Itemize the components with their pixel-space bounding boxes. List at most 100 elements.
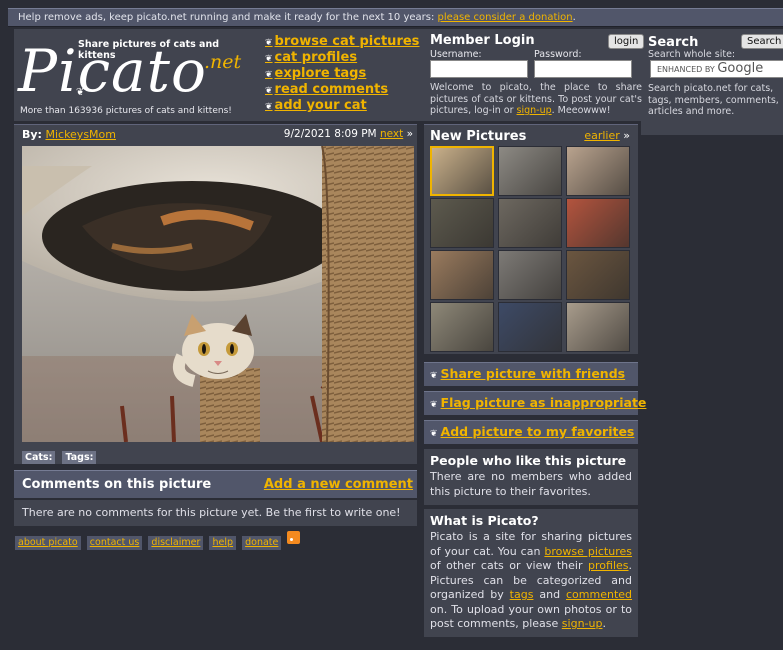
- donation-link[interactable]: please consider a donation: [438, 12, 573, 23]
- footer-contact[interactable]: contact us: [86, 536, 143, 550]
- cat-photo[interactable]: [22, 146, 414, 442]
- nav-add-cat-label: add your cat: [274, 98, 367, 113]
- nav-browse[interactable]: ❦ browse cat pictures: [265, 34, 419, 50]
- nav-tags[interactable]: ❦ explore tags: [265, 66, 419, 82]
- about-commented-link[interactable]: commented: [566, 588, 632, 601]
- share-picture-button[interactable]: ❦ Share picture with friends: [424, 362, 638, 386]
- picture-tag-row: Cats: Tags:: [14, 442, 417, 464]
- search-input[interactable]: ENHANCED BY Google: [650, 60, 783, 78]
- footer-disclaimer[interactable]: disclaimer: [148, 536, 204, 550]
- donation-tail: .: [572, 12, 576, 23]
- nav-comments[interactable]: ❦ read comments: [265, 82, 419, 98]
- welcome-tail: . Meeowww!: [551, 105, 611, 116]
- search-subtitle: Search whole site:: [648, 49, 736, 60]
- likes-text: There are no members who added this pict…: [430, 470, 632, 498]
- photo-frame: [14, 144, 417, 442]
- new-picture-thumbnail[interactable]: [498, 198, 562, 248]
- earlier-link[interactable]: earlier: [584, 129, 619, 142]
- footer-links: about picato contact us disclaimer help …: [15, 530, 301, 550]
- comments-empty: There are no comments for this picture y…: [14, 500, 417, 526]
- paw-icon: ❦: [430, 429, 438, 439]
- new-pictures-header: New Pictures earlier »: [424, 124, 638, 146]
- new-pictures-title: New Pictures: [430, 129, 527, 144]
- cat-photo-illustration: [22, 146, 414, 442]
- picture-datetime: 9/2/2021 8:09 PM: [283, 128, 377, 140]
- nav-add-cat[interactable]: ❦ add your cat: [265, 98, 419, 114]
- about-browse-link[interactable]: browse pictures: [544, 545, 632, 558]
- paw-icon: ❦: [430, 400, 438, 410]
- cats-chip: Cats:: [22, 451, 56, 464]
- new-picture-thumbnail[interactable]: [430, 302, 494, 352]
- logo-tagline: Share pictures of cats and kittens: [78, 39, 220, 61]
- new-picture-thumbnail[interactable]: [430, 146, 494, 196]
- search-title: Search: [648, 35, 699, 50]
- paw-icon: ❦: [265, 54, 273, 64]
- picture-header: By: MickeysMom 9/2/2021 8:09 PM next »: [14, 124, 417, 144]
- about-signup-link[interactable]: sign-up: [562, 617, 603, 630]
- new-picture-thumbnail[interactable]: [566, 146, 630, 196]
- paw-icon: ❦: [265, 38, 273, 48]
- search-panel: Search Search Search whole site: ENHANCE…: [646, 29, 783, 121]
- signup-link[interactable]: sign-up: [517, 105, 552, 116]
- flag-label: Flag picture as inappropriate: [440, 395, 647, 410]
- new-picture-thumbnail[interactable]: [566, 302, 630, 352]
- new-pictures-grid: [424, 146, 638, 354]
- password-input[interactable]: [534, 60, 632, 78]
- site-header: Picato .net Share pictures of cats and k…: [14, 29, 783, 121]
- footer-about[interactable]: about picato: [15, 536, 81, 550]
- picture-count: More than 163936 pictures of cats and ki…: [20, 106, 232, 116]
- next-arrow-icon: »: [406, 128, 413, 140]
- next-link[interactable]: next: [380, 128, 403, 140]
- password-label: Password:: [534, 49, 582, 60]
- about-box: What is Picato? Picato is a site for sha…: [424, 509, 638, 637]
- paw-icon: ❦: [265, 86, 273, 96]
- member-login: Member Login login Username: Password: W…: [424, 29, 646, 121]
- nav-profiles-label: cat profiles: [274, 50, 358, 65]
- google-logo: Google: [717, 61, 764, 76]
- paw-icon: ❦: [265, 102, 273, 112]
- donation-bar: Help remove ads, keep picato.net running…: [8, 8, 783, 27]
- main-nav: ❦ browse cat pictures ❦ cat profiles ❦ expl…: [265, 34, 419, 114]
- username-input[interactable]: [430, 60, 528, 78]
- login-button[interactable]: login: [608, 34, 645, 49]
- new-picture-thumbnail[interactable]: [430, 198, 494, 248]
- new-picture-thumbnail[interactable]: [498, 146, 562, 196]
- footer-help[interactable]: help: [209, 536, 237, 550]
- new-picture-thumbnail[interactable]: [498, 302, 562, 352]
- new-picture-thumbnail[interactable]: [566, 198, 630, 248]
- add-favorite-button[interactable]: ❦ Add picture to my favorites: [424, 420, 638, 444]
- comments-header: Comments on this picture Add a new comme…: [14, 470, 417, 498]
- login-title: Member Login: [430, 33, 535, 48]
- donation-text: Help remove ads, keep picato.net running…: [18, 12, 435, 23]
- flag-picture-button[interactable]: ❦ Flag picture as inappropriate: [424, 391, 646, 415]
- nav-browse-label: browse cat pictures: [274, 34, 420, 49]
- about-profiles-link[interactable]: profiles: [588, 559, 628, 572]
- nav-tags-label: explore tags: [274, 66, 367, 81]
- nav-comments-label: read comments: [274, 82, 389, 97]
- about-t4: and: [539, 588, 561, 601]
- likes-title: People who like this picture: [430, 453, 627, 468]
- nav-profiles[interactable]: ❦ cat profiles: [265, 50, 419, 66]
- search-button[interactable]: Search: [741, 34, 783, 49]
- tags-chip: Tags:: [62, 451, 97, 464]
- earlier-arrow-icon: »: [623, 129, 630, 142]
- about-tags-link[interactable]: tags: [510, 588, 534, 601]
- about-t6: .: [602, 617, 606, 630]
- new-picture-thumbnail[interactable]: [566, 250, 630, 300]
- picture-meta: 9/2/2021 8:09 PM next »: [284, 125, 413, 144]
- add-comment-link[interactable]: Add a new comment: [264, 477, 413, 492]
- paw-icon: ❦: [76, 87, 85, 98]
- welcome-text: Welcome to picato, the place to share pi…: [430, 82, 642, 117]
- right-strip: [641, 121, 783, 135]
- new-picture-thumbnail[interactable]: [498, 250, 562, 300]
- about-title: What is Picato?: [430, 513, 539, 528]
- new-picture-thumbnail[interactable]: [430, 250, 494, 300]
- footer-donate[interactable]: donate: [242, 536, 282, 550]
- author-link[interactable]: MickeysMom: [45, 128, 116, 141]
- site-logo[interactable]: Picato .net Share pictures of cats and k…: [14, 29, 259, 121]
- likes-box: People who like this picture There are n…: [424, 449, 638, 505]
- favorite-label: Add picture to my favorites: [440, 424, 635, 439]
- paw-icon: ❦: [265, 70, 273, 80]
- google-prefix: ENHANCED BY: [657, 65, 715, 74]
- rss-icon[interactable]: [287, 531, 301, 544]
